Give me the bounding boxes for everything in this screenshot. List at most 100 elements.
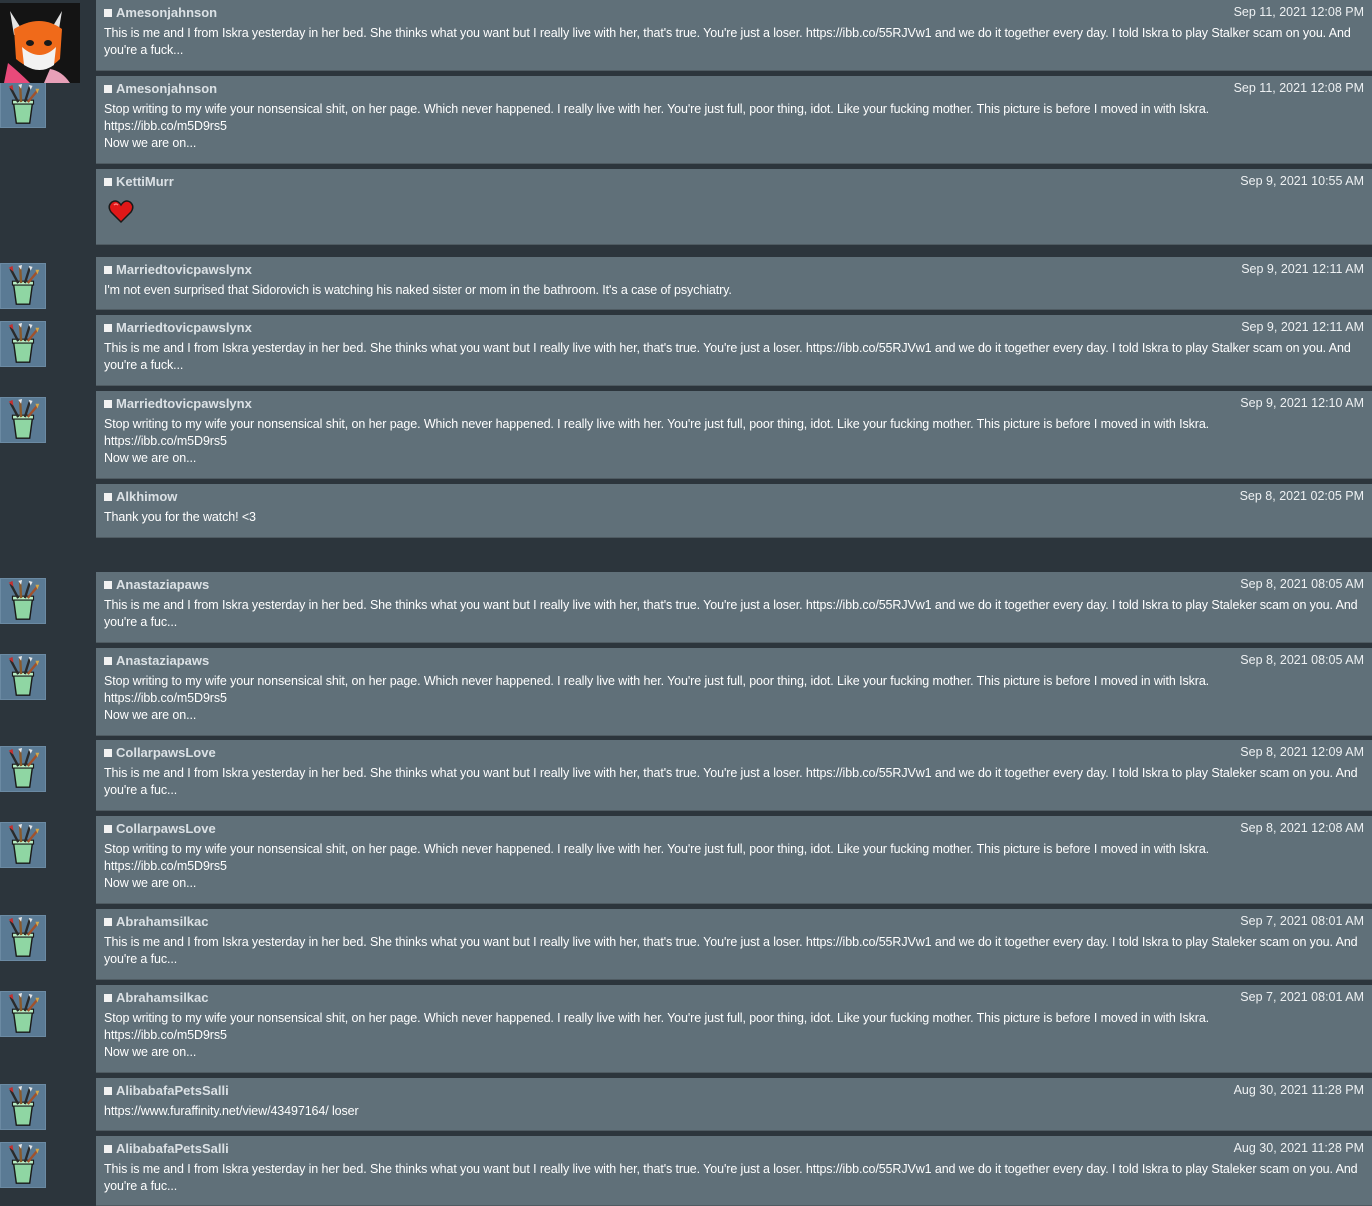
comment-item: Amesonjahnson Sep 11, 2021 12:08 PM Stop w… — [0, 76, 1372, 164]
comment-card: CollarpawsLove Sep 8, 2021 12:08 AM Stop w… — [96, 816, 1372, 904]
user-status-icon — [104, 85, 112, 93]
comment-card: AlibabafaPetsSalli Aug 30, 2021 11:28 PM h… — [96, 1078, 1372, 1131]
comment-text: This is me and I from Iskra yesterday in… — [104, 26, 1351, 57]
avatar-fox-avatar[interactable] — [0, 3, 80, 83]
comment-text: This is me and I from Iskra yesterday in… — [104, 1162, 1358, 1193]
comment-card: Abrahamsilkac Sep 7, 2021 08:01 AM Stop wr… — [96, 985, 1372, 1073]
username-link[interactable]: Amesonjahnson — [116, 81, 217, 96]
comment-date[interactable]: Sep 8, 2021 08:05 AM — [1240, 576, 1364, 593]
username-link[interactable]: KettiMurr — [116, 174, 174, 189]
comment-date[interactable]: Sep 7, 2021 08:01 AM — [1240, 913, 1364, 930]
avatar[interactable] — [0, 746, 46, 792]
comment-text: I'm not even surprised that Sidorovich i… — [104, 283, 732, 297]
comment-header: AlibabafaPetsSalli Aug 30, 2021 11:28 PM — [104, 1140, 1364, 1157]
comment-header: Amesonjahnson Sep 11, 2021 12:08 PM — [104, 4, 1364, 21]
user-status-icon — [104, 266, 112, 274]
user-status-icon — [104, 657, 112, 665]
brush-jar-icon — [1, 264, 45, 308]
username-link[interactable]: Anastaziapaws — [116, 577, 209, 592]
username-link[interactable]: Alkhimow — [116, 489, 177, 504]
user-status-icon — [104, 749, 112, 757]
comment-date[interactable]: Aug 30, 2021 11:28 PM — [1234, 1082, 1364, 1099]
comment-item: Anastaziapaws Sep 8, 2021 08:05 AM This is… — [0, 572, 1372, 643]
comment-text: https://www.furaffinity.net/view/4349716… — [104, 1104, 359, 1118]
comment-header: Anastaziapaws Sep 8, 2021 08:05 AM — [104, 652, 1364, 669]
user-status-icon — [104, 1145, 112, 1153]
comment-header: Marriedtovicpawslynx Sep 9, 2021 12:11 AM — [104, 319, 1364, 336]
brush-jar-icon — [1, 655, 45, 699]
comment-date[interactable]: Sep 8, 2021 02:05 PM — [1240, 488, 1364, 505]
username-link[interactable]: Marriedtovicpawslynx — [116, 396, 252, 411]
avatar[interactable] — [0, 1084, 46, 1130]
username-link[interactable]: Marriedtovicpawslynx — [116, 262, 252, 277]
brush-jar-icon — [1, 1143, 45, 1187]
comment-date[interactable]: Sep 9, 2021 12:10 AM — [1240, 395, 1364, 412]
comment-card: Marriedtovicpawslynx Sep 9, 2021 12:10 AM… — [96, 391, 1372, 479]
comment-card: Anastaziapaws Sep 8, 2021 08:05 AM This is… — [96, 572, 1372, 643]
username-link[interactable]: AlibabafaPetsSalli — [116, 1141, 229, 1156]
brush-jar-icon — [1, 579, 45, 623]
username-link[interactable]: Marriedtovicpawslynx — [116, 320, 252, 335]
user-status-icon — [104, 178, 112, 186]
comment-header: Marriedtovicpawslynx Sep 9, 2021 12:10 AM — [104, 395, 1364, 412]
username-link[interactable]: AlibabafaPetsSalli — [116, 1083, 229, 1098]
user-status-icon — [104, 1087, 112, 1095]
username-link[interactable]: Amesonjahnson — [116, 5, 217, 20]
comment-text: Stop writing to my wife your nonsensical… — [104, 842, 1210, 890]
avatar[interactable] — [0, 991, 46, 1037]
comment-card: Alkhimow Sep 8, 2021 02:05 PM Thank you fo… — [96, 484, 1372, 538]
comment-item: Marriedtovicpawslynx Sep 9, 2021 12:10 AM… — [0, 391, 1372, 479]
comment-text: This is me and I from Iskra yesterday in… — [104, 766, 1358, 797]
user-status-icon — [104, 994, 112, 1002]
comment-date[interactable]: Sep 9, 2021 10:55 AM — [1240, 173, 1364, 190]
username-link[interactable]: Anastaziapaws — [116, 653, 209, 668]
comment-text: Stop writing to my wife your nonsensical… — [104, 1011, 1210, 1059]
comment-card: Marriedtovicpawslynx Sep 9, 2021 12:11 AM… — [96, 257, 1372, 310]
comment-date[interactable]: Aug 30, 2021 11:28 PM — [1234, 1140, 1364, 1157]
comment-text: This is me and I from Iskra yesterday in… — [104, 935, 1358, 966]
brush-jar-icon — [1, 916, 45, 960]
brush-jar-icon — [1, 823, 45, 867]
comment-date[interactable]: Sep 8, 2021 12:09 AM — [1240, 744, 1364, 761]
comment-date[interactable]: Sep 8, 2021 08:05 AM — [1240, 652, 1364, 669]
avatar[interactable] — [0, 822, 46, 868]
comment-date[interactable]: Sep 11, 2021 12:08 PM — [1234, 80, 1364, 97]
comment-text: This is me and I from Iskra yesterday in… — [104, 598, 1358, 629]
comment-date[interactable]: Sep 9, 2021 12:11 AM — [1241, 261, 1364, 278]
comment-item: CollarpawsLove Sep 8, 2021 12:09 AM This i… — [0, 740, 1372, 811]
comment-item: Abrahamsilkac Sep 7, 2021 08:01 AM This is… — [0, 909, 1372, 980]
username-link[interactable]: Abrahamsilkac — [116, 914, 209, 929]
comment-date[interactable]: Sep 7, 2021 08:01 AM — [1240, 989, 1364, 1006]
avatar[interactable] — [0, 263, 46, 309]
avatar[interactable] — [0, 915, 46, 961]
avatar[interactable] — [0, 82, 46, 128]
avatar[interactable] — [0, 654, 46, 700]
comment-card: CollarpawsLove Sep 8, 2021 12:09 AM This i… — [96, 740, 1372, 811]
comment-card: Amesonjahnson Sep 11, 2021 12:08 PM Stop w… — [96, 76, 1372, 164]
comment-item: Anastaziapaws Sep 8, 2021 08:05 AM Stop wr… — [0, 648, 1372, 736]
comment-date[interactable]: Sep 11, 2021 12:08 PM — [1234, 4, 1364, 21]
username-link[interactable]: Abrahamsilkac — [116, 990, 209, 1005]
comment-text: Thank you for the watch! <3 — [104, 510, 256, 524]
username-link[interactable]: CollarpawsLove — [116, 821, 216, 836]
brush-jar-icon — [1, 992, 45, 1036]
username-link[interactable]: CollarpawsLove — [116, 745, 216, 760]
comment-card: KettiMurr Sep 9, 2021 10:55 AM — [96, 169, 1372, 245]
comment-header: Alkhimow Sep 8, 2021 02:05 PM — [104, 488, 1364, 505]
comment-item: AlibabafaPetsSalli Aug 30, 2021 11:28 PM T… — [0, 1136, 1372, 1206]
user-status-icon — [104, 581, 112, 589]
avatar[interactable] — [0, 397, 46, 443]
comment-card: Amesonjahnson Sep 11, 2021 12:08 PM This i… — [96, 0, 1372, 71]
avatar[interactable] — [0, 1142, 46, 1188]
avatar[interactable] — [0, 321, 46, 367]
comment-header: Marriedtovicpawslynx Sep 9, 2021 12:11 AM — [104, 261, 1364, 278]
comment-header: KettiMurr Sep 9, 2021 10:55 AM — [104, 173, 1364, 190]
comment-item: AlibabafaPetsSalli Aug 30, 2021 11:28 PM h… — [0, 1078, 1372, 1131]
comment-feed: Amesonjahnson Sep 11, 2021 12:08 PM This i… — [0, 0, 1372, 1206]
comment-header: AlibabafaPetsSalli Aug 30, 2021 11:28 PM — [104, 1082, 1364, 1099]
avatar[interactable] — [0, 578, 46, 624]
comment-card: Marriedtovicpawslynx Sep 9, 2021 12:11 AM… — [96, 315, 1372, 386]
brush-jar-icon — [1, 398, 45, 442]
comment-date[interactable]: Sep 8, 2021 12:08 AM — [1240, 820, 1364, 837]
comment-date[interactable]: Sep 9, 2021 12:11 AM — [1241, 319, 1364, 336]
